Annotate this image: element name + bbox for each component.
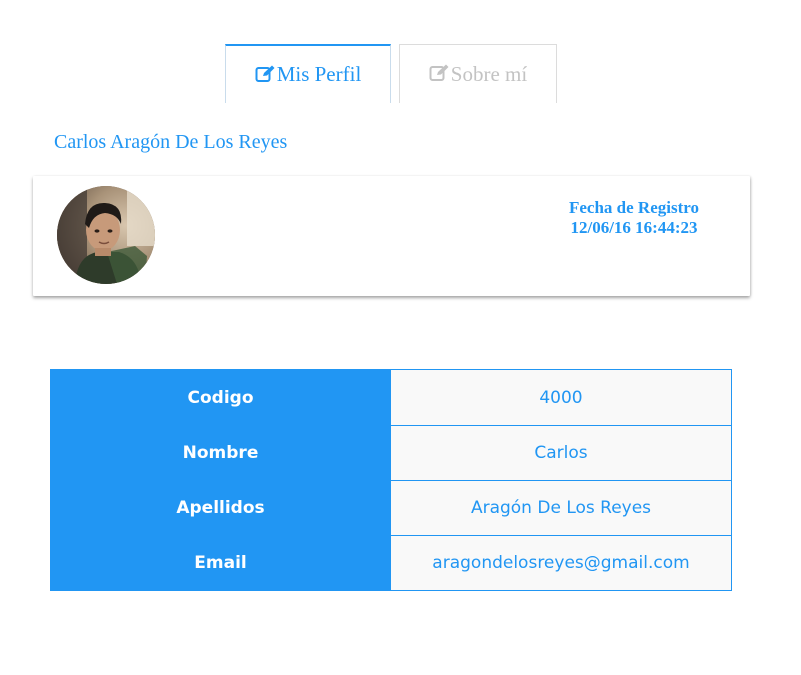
detail-label-nombre: Nombre [50, 425, 391, 481]
detail-value-apellidos: Aragón De Los Reyes [390, 480, 732, 536]
detail-label-codigo: Codigo [50, 369, 391, 426]
tab-sobre-mi[interactable]: Sobre mí [399, 44, 557, 103]
detail-value-nombre: Carlos [390, 425, 732, 481]
avatar [57, 186, 155, 284]
tab-label: Sobre mí [450, 61, 528, 86]
user-photo [57, 186, 155, 284]
detail-label-email: Email [50, 535, 391, 591]
table-row: Email aragondelosreyes@gmail.com [50, 535, 732, 591]
profile-details-table: Codigo 4000 Nombre Carlos Apellidos Arag… [50, 369, 732, 591]
registration-info: Fecha de Registro 12/06/16 16:44:23 [569, 198, 699, 238]
edit-icon [255, 65, 275, 82]
profile-full-name: Carlos Aragón De Los Reyes [54, 131, 288, 153]
profile-tabs: Mis Perfil Sobre mí [225, 44, 565, 104]
table-row: Codigo 4000 [50, 369, 732, 426]
detail-label-apellidos: Apellidos [50, 480, 391, 536]
profile-card: Fecha de Registro 12/06/16 16:44:23 [33, 176, 750, 296]
detail-value-email: aragondelosreyes@gmail.com [390, 535, 732, 591]
registration-date: 12/06/16 16:44:23 [570, 218, 698, 237]
table-row: Nombre Carlos [50, 425, 732, 481]
registration-label: Fecha de Registro [569, 198, 699, 217]
tab-label: Mis Perfil [276, 62, 362, 86]
table-row: Apellidos Aragón De Los Reyes [50, 480, 732, 536]
edit-icon [429, 64, 449, 81]
detail-value-codigo: 4000 [390, 369, 732, 426]
tab-mis-perfil[interactable]: Mis Perfil [225, 44, 391, 103]
